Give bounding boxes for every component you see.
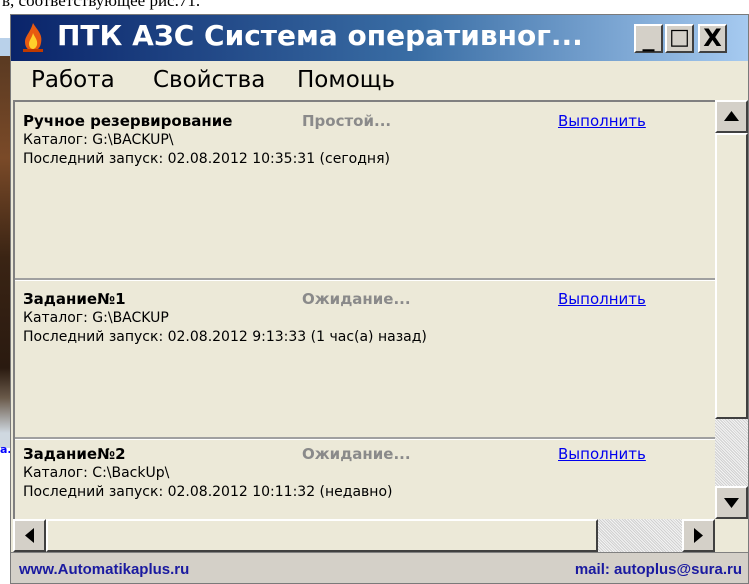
menu-help[interactable]: Помощь: [297, 67, 395, 93]
task-item: Ручное резервирование Простой... Выполни…: [15, 110, 715, 278]
task-name: Ручное резервирование: [23, 112, 233, 130]
background-document: в, соответствующее рис.71.: [0, 0, 749, 14]
background-text: в, соответствующее рис.71.: [2, 0, 201, 10]
scroll-right-button[interactable]: [682, 519, 715, 552]
mail-link[interactable]: mail: autoplus@sura.ru: [575, 561, 742, 578]
scroll-down-button[interactable]: [715, 486, 748, 519]
menu-bar: Работа Свойства Помощь: [11, 61, 748, 99]
minimize-button[interactable]: _: [634, 24, 663, 53]
menu-work[interactable]: Работа: [31, 67, 115, 93]
task-last-run: Последний запуск: 02.08.2012 10:35:31 (с…: [23, 151, 390, 167]
task-item: Задание№2 Ожидание... Выполнить Каталог:…: [15, 443, 715, 519]
scroll-left-icon: [25, 528, 34, 543]
scroll-left-button[interactable]: [13, 519, 46, 552]
flame-icon: [23, 23, 43, 52]
scroll-up-icon: [724, 111, 739, 121]
task-list: Ручное резервирование Простой... Выполни…: [13, 100, 715, 519]
maximize-button[interactable]: □: [665, 24, 694, 53]
task-status: Ожидание...: [302, 445, 411, 463]
run-task-link[interactable]: Выполнить: [558, 445, 646, 463]
horizontal-scroll-thumb[interactable]: [46, 519, 598, 552]
menu-properties[interactable]: Свойства: [153, 67, 265, 93]
task-last-run: Последний запуск: 02.08.2012 10:11:32 (н…: [23, 484, 393, 500]
task-status: Простой...: [302, 112, 392, 130]
run-task-link[interactable]: Выполнить: [558, 112, 646, 130]
close-button[interactable]: X: [698, 24, 727, 53]
scroll-down-icon: [724, 498, 739, 508]
vertical-scrollbar[interactable]: [715, 100, 748, 519]
title-bar[interactable]: ПТК АЗС Система оперативног... _ □ X: [11, 15, 748, 61]
task-name: Задание№2: [23, 445, 126, 463]
run-task-link[interactable]: Выполнить: [558, 290, 646, 308]
vertical-scroll-thumb[interactable]: [715, 133, 748, 419]
window-title: ПТК АЗС Система оперативног...: [57, 19, 583, 52]
task-item: Задание№1 Ожидание... Выполнить Каталог:…: [15, 288, 715, 436]
task-status: Ожидание...: [302, 290, 411, 308]
website-link[interactable]: www.Automatikaplus.ru: [19, 561, 189, 578]
task-catalog: Каталог: C:\BackUp\: [23, 465, 170, 481]
task-catalog: Каталог: G:\BACKUP\: [23, 132, 174, 148]
vertical-scroll-track[interactable]: [715, 133, 748, 486]
task-divider: [15, 278, 715, 281]
task-last-run: Последний запуск: 02.08.2012 9:13:33 (1 …: [23, 329, 427, 345]
task-catalog: Каталог: G:\BACKUP: [23, 310, 169, 326]
task-divider: [15, 437, 715, 440]
scrollbar-corner: [715, 519, 748, 552]
horizontal-scroll-track[interactable]: [46, 519, 682, 552]
scroll-right-icon: [694, 528, 703, 543]
task-name: Задание№1: [23, 290, 126, 308]
app-window: ПТК АЗС Система оперативног... _ □ X Раб…: [10, 14, 749, 584]
scroll-up-button[interactable]: [715, 100, 748, 133]
status-bar: www.Automatikaplus.ru mail: autoplus@sur…: [11, 552, 748, 583]
horizontal-scrollbar[interactable]: [13, 519, 715, 552]
